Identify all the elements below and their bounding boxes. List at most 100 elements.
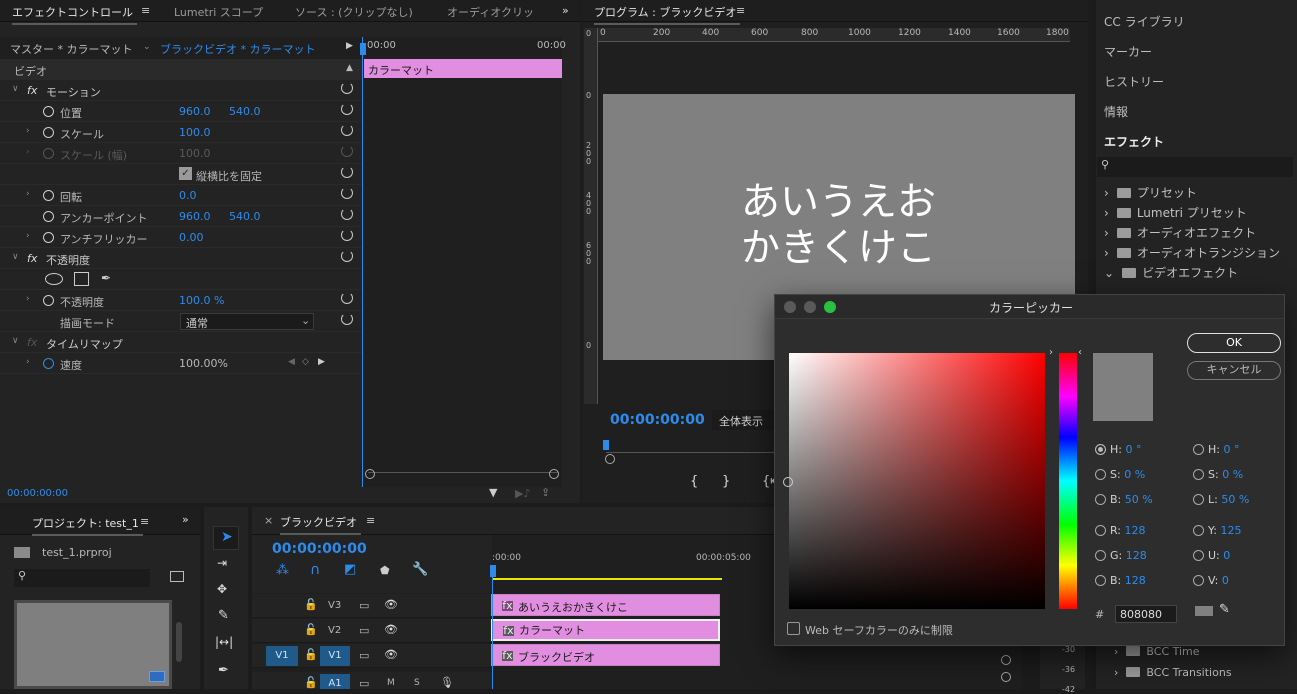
mute-button[interactable]: M [387, 678, 395, 688]
reset-icon[interactable] [341, 103, 353, 115]
tab-effect-controls[interactable]: エフェクトコントロール [12, 4, 137, 25]
ec-clip-bar[interactable]: カラーマット [364, 59, 562, 78]
linked-selection-icon[interactable]: ◩ [344, 562, 356, 577]
sync-icon[interactable]: ▭ [359, 599, 369, 612]
hsb-b-field[interactable]: B: 50 % [1095, 493, 1153, 506]
scroll-handle-icon[interactable] [365, 469, 375, 479]
radio-icon[interactable] [1095, 444, 1106, 455]
reset-icon[interactable] [341, 124, 353, 136]
timeline-title[interactable]: ブラックビデオ [280, 514, 361, 535]
hsl-h-field[interactable]: H: 0 ° [1193, 443, 1239, 456]
field-value[interactable]: 0 [1223, 549, 1230, 562]
anchor-x-value[interactable]: 960.0 [179, 210, 211, 223]
radio-icon[interactable] [1095, 550, 1106, 561]
track-label[interactable]: V2 [328, 625, 341, 636]
menu-icon[interactable]: ≡ [141, 4, 150, 17]
slip-icon[interactable]: |↔| [215, 635, 233, 649]
track-label[interactable]: A1 [320, 674, 350, 689]
expand-chevron-icon[interactable]: › [26, 126, 30, 136]
ripple-edit-icon[interactable]: ✥ [217, 582, 227, 596]
reset-icon[interactable] [341, 208, 353, 220]
play-only-icon[interactable]: ▶ [346, 41, 353, 51]
field-value[interactable]: 128 [1125, 524, 1146, 537]
radio-icon[interactable] [1193, 575, 1204, 586]
reset-icon[interactable] [341, 82, 353, 94]
audio-icon[interactable]: ▶♪ [515, 487, 530, 500]
project-search-input[interactable]: ⚲ [14, 569, 150, 587]
hue-marker-left-icon[interactable]: › [1049, 347, 1053, 358]
clip-label[interactable]: ブラックビデオ * カラーマット [160, 41, 316, 57]
hue-marker-right-icon[interactable]: ‹ [1078, 347, 1082, 358]
tab-lumetri-scopes[interactable]: Lumetri スコープ [174, 4, 263, 20]
program-title[interactable]: プログラム : ブラックビデオ [594, 4, 741, 25]
reset-icon[interactable] [341, 229, 353, 241]
rotation-value[interactable]: 0.0 [179, 189, 197, 202]
reset-icon[interactable] [341, 292, 353, 304]
clip-text[interactable]: fx あいうえおかきくけこ [491, 594, 720, 616]
sync-icon[interactable]: ▭ [359, 649, 369, 662]
timeline-timecode[interactable]: 00:00:00:00 [272, 541, 367, 557]
field-value[interactable]: 0 % [1222, 468, 1243, 481]
scale-value[interactable]: 100.0 [179, 126, 211, 139]
menu-icon[interactable]: ≡ [366, 514, 375, 527]
flicker-value[interactable]: 0.00 [179, 231, 204, 244]
scroll-handle-icon[interactable] [605, 454, 615, 464]
yuv-y-field[interactable]: Y: 125 [1193, 524, 1241, 537]
program-timecode[interactable]: 00:00:00:00 [610, 412, 705, 428]
ec-timecode[interactable]: 00:00:00:00 [7, 488, 68, 499]
field-value[interactable]: 0 % [1124, 468, 1145, 481]
wrench-icon[interactable]: 🔧 [412, 562, 428, 577]
fx-icon[interactable]: fx [27, 252, 37, 265]
razor-icon[interactable]: ✎ [218, 608, 229, 623]
radio-icon[interactable] [1193, 469, 1204, 480]
expand-chevron-icon[interactable]: ∨ [12, 84, 19, 94]
tree-item-audio-transitions[interactable]: › オーディオトランジション [1104, 244, 1280, 261]
close-icon[interactable]: × [264, 514, 273, 527]
field-value[interactable]: 0 ° [1223, 443, 1239, 456]
tree-item-bcc-time[interactable]: › BCC Time [1114, 645, 1200, 658]
tree-item-lumetri[interactable]: › Lumetri プリセット [1104, 204, 1247, 221]
ec-scrollbar[interactable] [368, 472, 558, 478]
reset-icon[interactable] [341, 187, 353, 199]
export-icon[interactable]: ⇪ [541, 486, 550, 499]
field-value[interactable]: 0 [1222, 574, 1229, 587]
radio-icon[interactable] [1095, 575, 1106, 586]
hsb-h-field[interactable]: H: 0 ° [1095, 443, 1141, 456]
anchor-y-value[interactable]: 540.0 [229, 210, 261, 223]
close-window-icon[interactable] [784, 301, 796, 313]
speed-value[interactable]: 100.00% [179, 357, 228, 370]
playhead-marker[interactable] [360, 43, 366, 55]
field-value[interactable]: 50 % [1221, 493, 1249, 506]
sync-icon[interactable]: ▭ [359, 624, 369, 637]
fx-icon[interactable]: fx [27, 84, 37, 97]
title-text[interactable]: あいうえお かきくけこ [741, 180, 936, 272]
ok-button[interactable]: OK [1187, 333, 1281, 353]
menu-icon[interactable]: ≡ [140, 515, 149, 528]
clip-color-matte[interactable]: fx カラーマット [491, 619, 720, 641]
selection-tool[interactable]: ➤ [213, 526, 239, 550]
clip-black-video[interactable]: fx ブラックビデオ [491, 644, 720, 666]
radio-icon[interactable] [1193, 494, 1204, 505]
keyframe-prev-icon[interactable]: ◀ [288, 357, 295, 367]
scroll-handle-icon[interactable] [1001, 672, 1011, 682]
collapse-icon[interactable]: ▲ [346, 63, 353, 73]
pen-icon[interactable]: ✒ [218, 663, 229, 678]
tab-audio-clip[interactable]: オーディオクリッ [447, 4, 534, 20]
scroll-handle-icon[interactable] [1001, 655, 1011, 665]
stopwatch-icon[interactable] [43, 127, 54, 138]
markers-item[interactable]: マーカー [1104, 43, 1152, 60]
eyedropper-icon[interactable]: ✎ [1219, 602, 1230, 617]
new-bin-icon[interactable] [170, 571, 184, 582]
radio-icon[interactable] [1193, 525, 1204, 536]
tree-item-video-effects[interactable]: ⌄ ビデオエフェクト [1104, 264, 1238, 281]
sync-icon[interactable]: ▭ [359, 677, 369, 689]
history-item[interactable]: ヒストリー [1104, 73, 1164, 90]
position-y-value[interactable]: 540.0 [229, 105, 261, 118]
project-title[interactable]: プロジェクト: test_1 [32, 515, 143, 536]
saturation-brightness-field[interactable] [783, 353, 1045, 609]
chevron-down-icon[interactable]: ⌄ [143, 42, 151, 52]
playhead-marker[interactable] [603, 440, 609, 450]
radio-icon[interactable] [1095, 494, 1106, 505]
project-file-name[interactable]: test_1.prproj [42, 546, 112, 559]
stopwatch-icon[interactable] [43, 358, 54, 369]
